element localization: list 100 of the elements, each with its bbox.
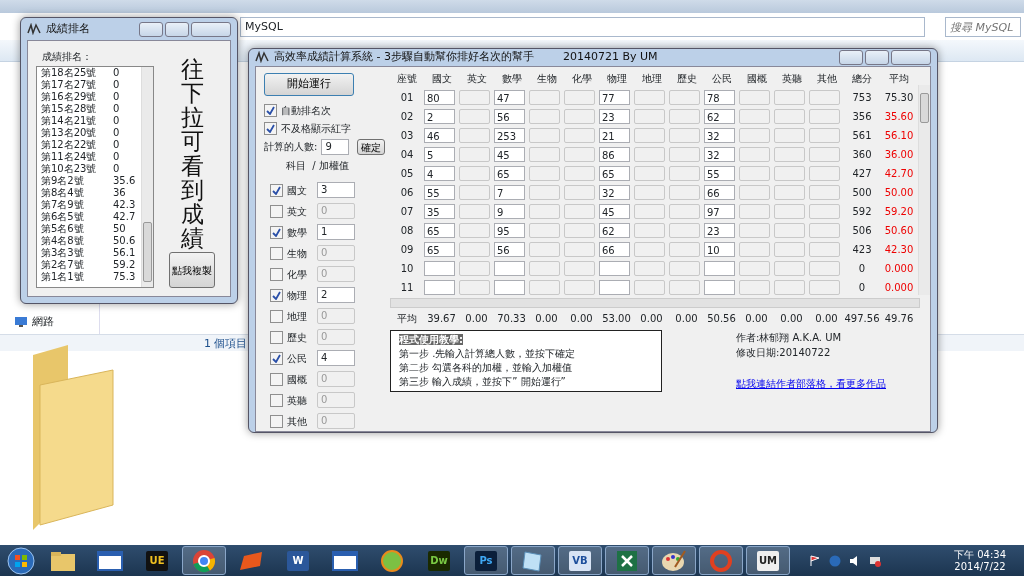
confirm-button[interactable]: 確定 <box>357 138 386 155</box>
score-field[interactable] <box>704 279 735 295</box>
score-field[interactable] <box>634 165 665 181</box>
weight-field[interactable]: 4 <box>317 350 355 366</box>
score-field[interactable] <box>774 108 805 124</box>
score-field[interactable] <box>739 203 770 219</box>
checkbox[interactable] <box>264 121 277 135</box>
score-field[interactable]: 46 <box>424 127 455 143</box>
score-field[interactable] <box>599 279 630 295</box>
score-field[interactable] <box>564 203 595 219</box>
score-field[interactable]: 32 <box>599 184 630 200</box>
weight-field[interactable]: 2 <box>317 287 355 303</box>
score-field[interactable] <box>564 222 595 238</box>
score-field[interactable] <box>564 146 595 162</box>
checkbox[interactable] <box>270 225 283 239</box>
score-field[interactable] <box>634 279 665 295</box>
score-field[interactable]: 35 <box>424 203 455 219</box>
taskbar-button[interactable]: UM <box>746 546 790 575</box>
score-field[interactable] <box>809 108 840 124</box>
score-field[interactable] <box>599 260 630 276</box>
score-field[interactable] <box>739 222 770 238</box>
score-field[interactable] <box>809 222 840 238</box>
score-field[interactable] <box>564 279 595 295</box>
score-field[interactable] <box>634 127 665 143</box>
taskbar-button[interactable]: UE <box>135 546 179 575</box>
minimize-button[interactable] <box>139 21 163 37</box>
score-field[interactable]: 66 <box>704 184 735 200</box>
taskbar-button[interactable]: Dw <box>417 546 461 575</box>
score-field[interactable] <box>424 279 455 295</box>
maximize-button[interactable] <box>165 21 189 37</box>
score-field[interactable] <box>774 279 805 295</box>
score-field[interactable] <box>564 184 595 200</box>
score-field[interactable] <box>459 146 490 162</box>
score-field[interactable] <box>669 241 700 257</box>
score-field[interactable] <box>459 184 490 200</box>
score-field[interactable]: 45 <box>494 146 525 162</box>
checkbox[interactable] <box>270 246 283 260</box>
score-field[interactable] <box>739 279 770 295</box>
checkbox[interactable] <box>270 393 283 407</box>
score-field[interactable]: 62 <box>599 222 630 238</box>
score-field[interactable] <box>634 184 665 200</box>
score-field[interactable] <box>809 127 840 143</box>
taskbar-button[interactable]: Ps <box>464 546 508 575</box>
navigation-item[interactable]: 網路 <box>32 314 54 331</box>
checkbox[interactable] <box>270 288 283 302</box>
score-field[interactable]: 55 <box>704 165 735 181</box>
score-field[interactable]: 78 <box>704 89 735 105</box>
score-field[interactable]: 10 <box>704 241 735 257</box>
score-field[interactable] <box>564 165 595 181</box>
score-field[interactable] <box>564 127 595 143</box>
horizontal-scrollbar[interactable] <box>390 297 920 308</box>
taskbar-button[interactable] <box>605 546 649 575</box>
weight-field[interactable]: 1 <box>317 224 355 240</box>
score-field[interactable]: 55 <box>424 184 455 200</box>
close-button[interactable] <box>891 49 931 65</box>
score-field[interactable]: 5 <box>424 146 455 162</box>
score-field[interactable] <box>634 260 665 276</box>
score-field[interactable] <box>529 146 560 162</box>
checkbox[interactable] <box>270 330 283 344</box>
blog-link[interactable]: 點我連結作者部落格，看更多作品 <box>736 375 886 391</box>
checkbox[interactable] <box>270 204 283 218</box>
score-field[interactable] <box>459 279 490 295</box>
score-field[interactable] <box>669 108 700 124</box>
score-field[interactable] <box>529 165 560 181</box>
score-field[interactable] <box>459 222 490 238</box>
score-field[interactable] <box>424 260 455 276</box>
score-field[interactable]: 32 <box>704 146 735 162</box>
score-field[interactable] <box>809 203 840 219</box>
start-button[interactable] <box>4 545 38 576</box>
checkbox[interactable] <box>270 183 283 197</box>
score-field[interactable] <box>669 146 700 162</box>
taskbar-button[interactable] <box>182 546 226 575</box>
score-field[interactable]: 21 <box>599 127 630 143</box>
search-field[interactable]: 搜尋 MySQL <box>945 17 1021 37</box>
score-field[interactable] <box>809 241 840 257</box>
score-field[interactable] <box>809 146 840 162</box>
score-field[interactable] <box>809 89 840 105</box>
score-field[interactable] <box>774 241 805 257</box>
score-field[interactable]: 4 <box>424 165 455 181</box>
score-field[interactable] <box>669 260 700 276</box>
score-field[interactable] <box>739 127 770 143</box>
score-field[interactable] <box>564 241 595 257</box>
score-field[interactable] <box>739 108 770 124</box>
score-field[interactable] <box>809 279 840 295</box>
score-field[interactable] <box>739 241 770 257</box>
score-field[interactable] <box>529 108 560 124</box>
score-field[interactable]: 32 <box>704 127 735 143</box>
score-field[interactable]: 65 <box>424 241 455 257</box>
score-field[interactable]: 9 <box>494 203 525 219</box>
score-field[interactable] <box>494 279 525 295</box>
score-field[interactable] <box>669 165 700 181</box>
score-field[interactable] <box>669 279 700 295</box>
score-field[interactable] <box>634 108 665 124</box>
score-field[interactable] <box>529 260 560 276</box>
score-field[interactable] <box>529 203 560 219</box>
score-field[interactable] <box>634 89 665 105</box>
count-field[interactable]: 9 <box>321 138 350 155</box>
checkbox[interactable] <box>270 309 283 323</box>
score-field[interactable] <box>809 184 840 200</box>
score-field[interactable]: 77 <box>599 89 630 105</box>
